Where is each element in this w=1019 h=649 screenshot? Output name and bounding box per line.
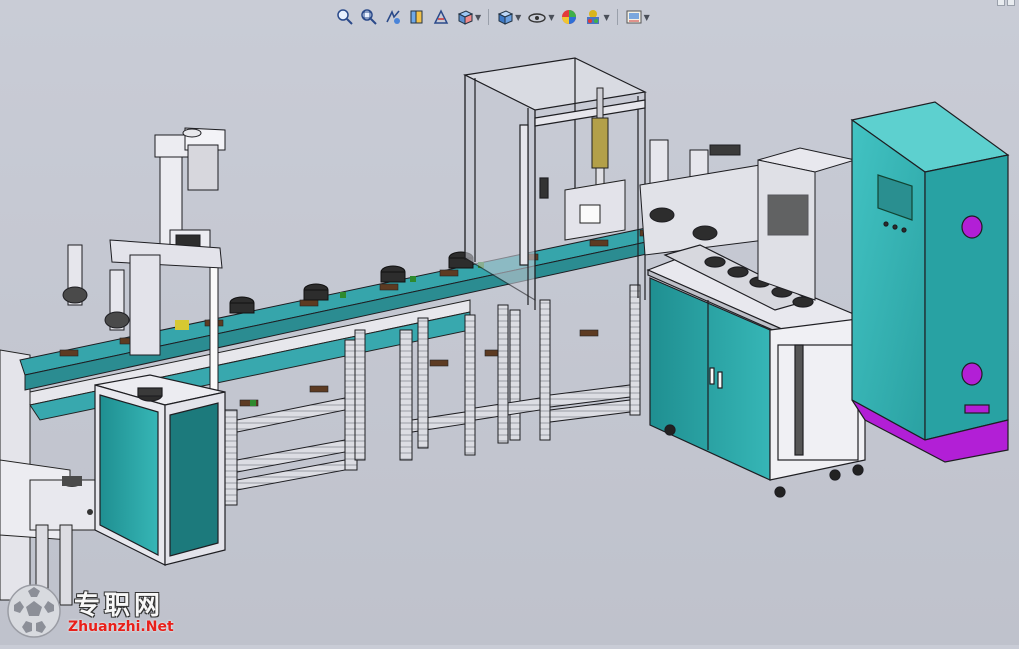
- assembly-line-model[interactable]: [0, 0, 1019, 645]
- edit-appearance-icon: [562, 10, 577, 24]
- dynamic-annotation-button[interactable]: [430, 6, 452, 28]
- front-left-cabinet: [94, 374, 226, 566]
- zoom-to-area-button[interactable]: [358, 6, 380, 28]
- apply-scene-button[interactable]: ▼: [582, 6, 611, 28]
- zoom-to-fit-icon: [337, 9, 353, 25]
- view-orientation-button[interactable]: ▼: [454, 6, 483, 28]
- hide-show-items-caret-icon: ▼: [548, 12, 555, 22]
- view-orientation-icon: [457, 10, 474, 25]
- control-cabinet: [850, 101, 1010, 463]
- toolbar-divider: [488, 9, 490, 25]
- dynamic-annotation-icon: [433, 9, 449, 24]
- window-control-icon: [997, 0, 1005, 6]
- right-center-station: [639, 139, 766, 256]
- edit-appearance-button[interactable]: [558, 6, 580, 28]
- 3d-viewport[interactable]: [0, 0, 1019, 645]
- watermark: 专职网 Zhuanzhi.Net: [4, 581, 194, 641]
- zoom-to-area-icon: [361, 9, 377, 25]
- display-style-button[interactable]: ▼: [494, 6, 523, 28]
- view-orientation-caret-icon: ▼: [475, 12, 482, 22]
- view-settings-caret-icon: ▼: [643, 12, 650, 22]
- display-style-caret-icon: ▼: [515, 12, 522, 22]
- back-right-machine: [757, 147, 857, 301]
- view-settings-icon: [626, 10, 642, 24]
- section-view-icon: [410, 10, 423, 24]
- teal-workbench: [646, 244, 870, 498]
- toolbar-divider: [616, 9, 618, 25]
- soccer-ball-icon: [7, 584, 61, 638]
- apply-scene-caret-icon: ▼: [603, 12, 610, 22]
- apply-scene-icon: [587, 10, 600, 24]
- previous-view-icon: [386, 10, 400, 24]
- window-restore-control[interactable]: [997, 0, 1019, 8]
- hide-show-items-button[interactable]: ▼: [525, 6, 556, 28]
- previous-view-button[interactable]: [382, 6, 404, 28]
- zoom-to-fit-button[interactable]: [334, 6, 356, 28]
- section-view-button[interactable]: [406, 6, 428, 28]
- view-settings-button[interactable]: ▼: [623, 6, 652, 28]
- window-control-icon: [1007, 0, 1015, 6]
- hide-show-items-icon: [528, 13, 547, 23]
- watermark-site-text: Zhuanzhi.Net: [68, 619, 174, 635]
- display-style-icon: [497, 10, 514, 25]
- watermark-chinese-text: 专职网: [74, 591, 165, 621]
- heads-up-view-toolbar: ▼ ▼ ▼ ▼ ▼: [334, 4, 652, 30]
